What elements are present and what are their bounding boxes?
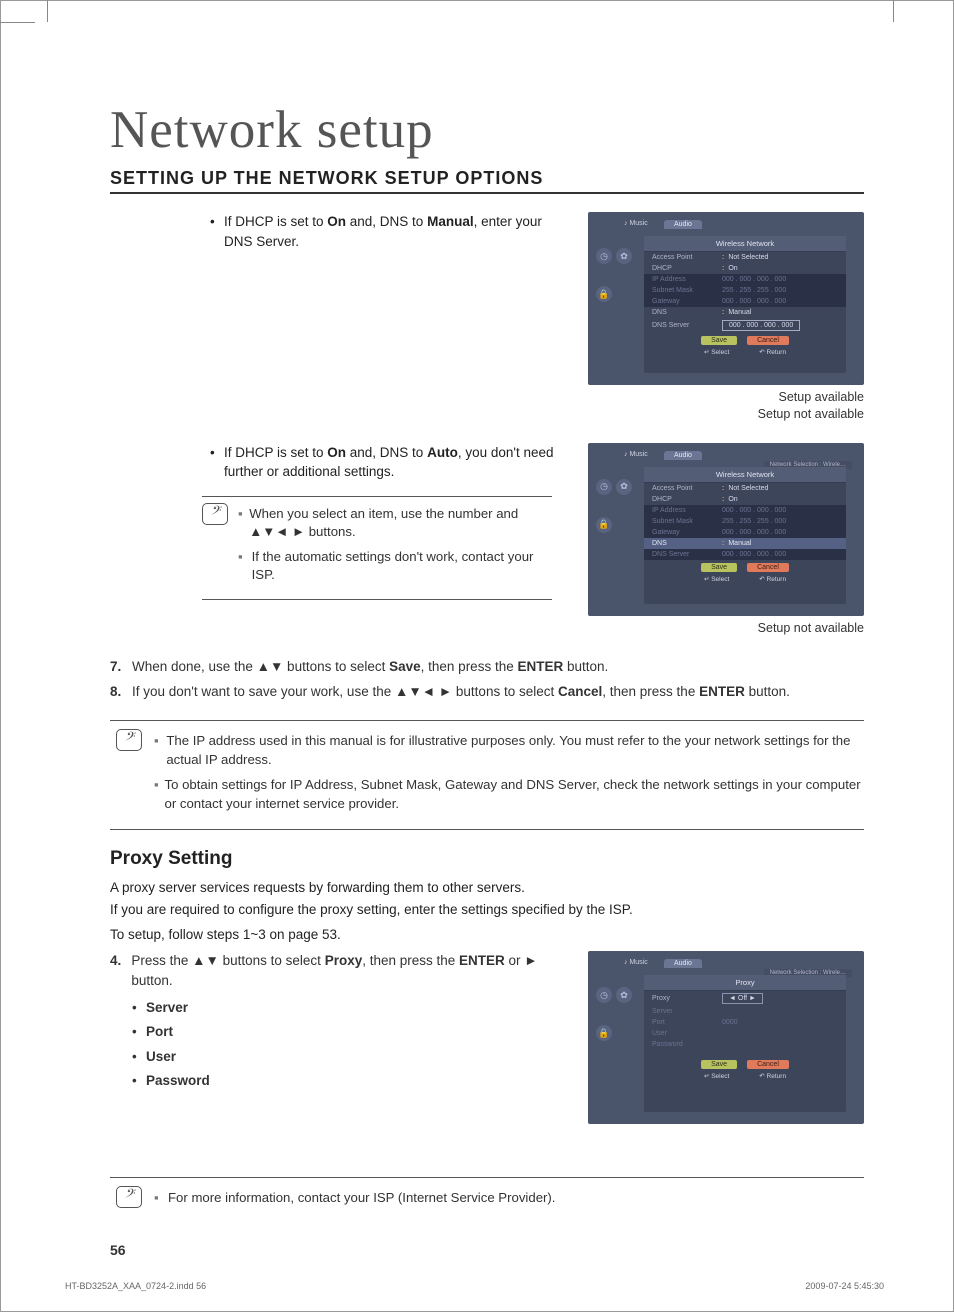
panel-header: Proxy: [644, 975, 846, 991]
note-item: If the automatic settings don't work, co…: [252, 548, 552, 585]
gear-icon: ✿: [616, 987, 632, 1003]
select-hint: ↵ Select: [704, 575, 729, 583]
figure-caption: Setup available Setup not available: [588, 389, 864, 423]
bullet-text-dhcp-manual: If DHCP is set to On and, DNS to Manual,…: [224, 212, 570, 251]
step-number: 7.: [110, 657, 132, 677]
select-hint: ↵ Select: [704, 1072, 729, 1080]
save-button[interactable]: Save: [701, 1060, 737, 1069]
select-hint: ↵ Select: [704, 348, 729, 356]
globe-icon: ◷: [596, 479, 612, 495]
note-icon: 𝄢: [116, 1186, 142, 1208]
note-icon: 𝄢: [202, 503, 228, 525]
proxy-heading: Proxy Setting: [110, 848, 864, 870]
cancel-button[interactable]: Cancel: [747, 563, 789, 572]
footer-timestamp: 2009-07-24 5:45:30: [805, 1281, 884, 1291]
figure-caption: Setup not available: [588, 620, 864, 637]
square-bullet-icon: ▪: [154, 775, 164, 813]
note-item: When you select an item, use the number …: [249, 505, 552, 542]
proxy-paragraph: If you are required to configure the pro…: [110, 900, 864, 920]
step-number: 8.: [110, 682, 132, 702]
square-bullet-icon: ▪: [154, 731, 166, 769]
note-item: The IP address used in this manual is fo…: [166, 731, 864, 769]
gear-icon: ✿: [616, 479, 632, 495]
save-button[interactable]: Save: [701, 336, 737, 345]
tab-audio: Audio: [664, 451, 702, 460]
figure-wireless-manual: ♪ Music Audio ◷ ✿ 🔒 Wireless Network Acc…: [588, 212, 864, 385]
save-button[interactable]: Save: [701, 563, 737, 572]
step-text: When done, use the ▲▼ buttons to select …: [132, 657, 608, 677]
bullet-icon: •: [210, 443, 224, 482]
lock-icon: 🔒: [596, 1025, 612, 1041]
cancel-button[interactable]: Cancel: [747, 1060, 789, 1069]
panel-header: Wireless Network: [644, 236, 846, 252]
section-header: SETTING UP THE NETWORK SETUP OPTIONS: [110, 168, 864, 194]
proxy-paragraph: To setup, follow steps 1~3 on page 53.: [110, 925, 864, 945]
bullet-icon: •: [210, 212, 224, 251]
step-text: If you don't want to save your work, use…: [132, 682, 790, 702]
proxy-sublist: •Server •Port •User •Password: [132, 996, 570, 1093]
globe-icon: ◷: [596, 987, 612, 1003]
bullet-text-dhcp-auto: If DHCP is set to On and, DNS to Auto, y…: [224, 443, 570, 482]
page-number: 56: [110, 1242, 126, 1258]
cancel-button[interactable]: Cancel: [747, 336, 789, 345]
step-text: Press the ▲▼ buttons to select Proxy, th…: [131, 951, 570, 990]
figure-proxy: ♪ Music Audio Network Selection : Wirele…: [588, 951, 864, 1124]
square-bullet-icon: ▪: [238, 548, 252, 585]
return-hint: ↶ Return: [759, 1072, 786, 1080]
return-hint: ↶ Return: [759, 575, 786, 583]
tab-audio: Audio: [664, 220, 702, 229]
step-number: 4.: [110, 951, 131, 990]
lock-icon: 🔒: [596, 286, 612, 302]
proxy-paragraph: A proxy server services requests by forw…: [110, 878, 864, 898]
gear-icon: ✿: [616, 248, 632, 264]
figure-wireless-auto: ♪ Music Audio Network Selection : Wirele…: [588, 443, 864, 616]
tab-audio: Audio: [664, 959, 702, 968]
page-title: Network setup: [110, 100, 864, 160]
note-icon: 𝄢: [116, 729, 142, 751]
note-item: To obtain settings for IP Address, Subne…: [164, 775, 864, 813]
footer-file-info: HT-BD3252A_XAA_0724-2.indd 56: [65, 1281, 206, 1291]
return-hint: ↶ Return: [759, 348, 786, 356]
square-bullet-icon: ▪: [238, 505, 249, 542]
note-item: For more information, contact your ISP (…: [168, 1188, 555, 1207]
panel-header: Wireless Network: [644, 467, 846, 483]
lock-icon: 🔒: [596, 517, 612, 533]
globe-icon: ◷: [596, 248, 612, 264]
square-bullet-icon: ▪: [154, 1188, 168, 1207]
